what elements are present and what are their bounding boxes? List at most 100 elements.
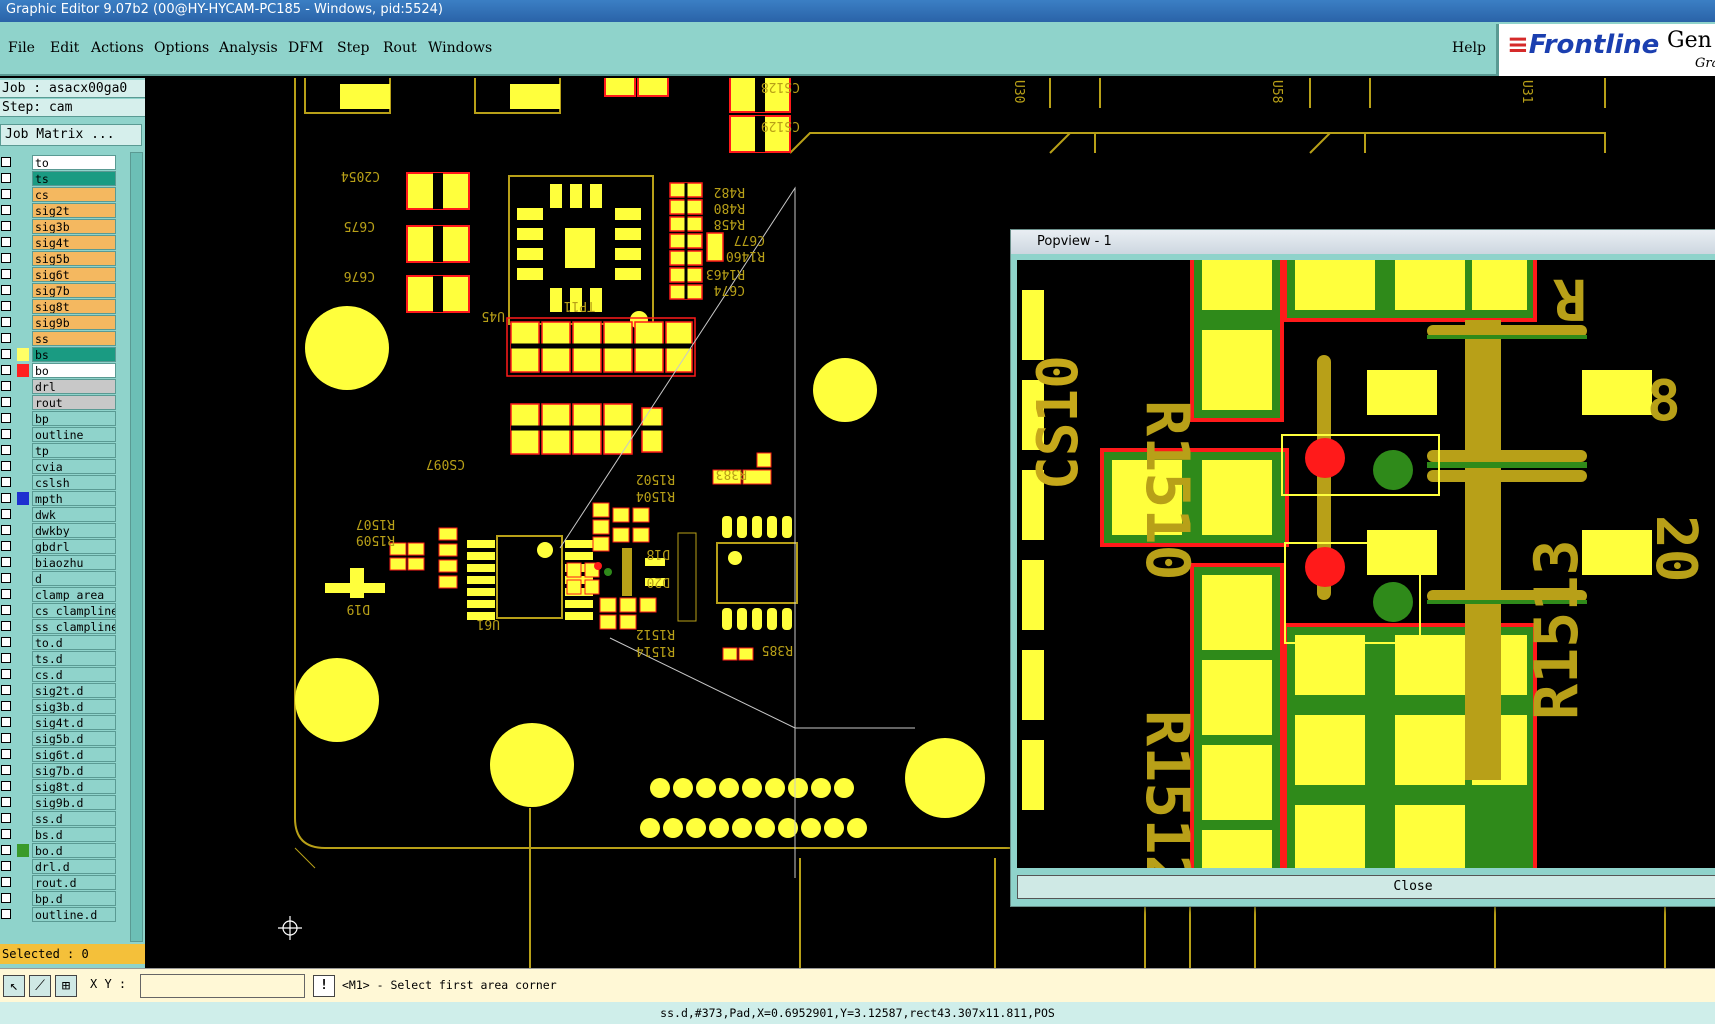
select-tool-icon[interactable]: ↖ xyxy=(3,975,25,997)
layer-name[interactable]: rout xyxy=(32,395,116,410)
layer-row[interactable]: sig9b.d xyxy=(0,795,118,811)
layer-name[interactable]: sig7b.d xyxy=(32,763,116,778)
layer-row[interactable]: ss_clampline xyxy=(0,619,118,635)
layer-checkbox[interactable] xyxy=(1,813,11,823)
layer-checkbox[interactable] xyxy=(1,253,11,263)
layer-name[interactable]: d xyxy=(32,571,116,586)
layer-row[interactable]: bp xyxy=(0,411,118,427)
grid-tool-icon[interactable]: ⊞ xyxy=(55,975,77,997)
layer-checkbox[interactable] xyxy=(1,445,11,455)
layer-name[interactable]: to xyxy=(32,155,116,170)
layer-name[interactable]: sig6t xyxy=(32,267,116,282)
menu-dfm[interactable]: DFM xyxy=(288,40,323,56)
menu-windows[interactable]: Windows xyxy=(428,40,492,56)
layer-row[interactable]: sig6t.d xyxy=(0,747,118,763)
layer-row[interactable]: sig2t.d xyxy=(0,683,118,699)
layer-checkbox[interactable] xyxy=(1,685,11,695)
layer-checkbox[interactable] xyxy=(1,493,11,503)
layer-checkbox[interactable] xyxy=(1,589,11,599)
layer-name[interactable]: clamp_area xyxy=(32,587,116,602)
layer-checkbox[interactable] xyxy=(1,157,11,167)
layer-name[interactable]: gbdrl xyxy=(32,539,116,554)
layer-checkbox[interactable] xyxy=(1,381,11,391)
layer-name[interactable]: bs.d xyxy=(32,827,116,842)
layer-row[interactable]: sig7b.d xyxy=(0,763,118,779)
layer-name[interactable]: sig3b xyxy=(32,219,116,234)
layer-row[interactable]: bp.d xyxy=(0,891,118,907)
layer-checkbox[interactable] xyxy=(1,653,11,663)
layer-row[interactable]: sig8t.d xyxy=(0,779,118,795)
layer-row[interactable]: drl.d xyxy=(0,859,118,875)
layer-name[interactable]: sig9b.d xyxy=(32,795,116,810)
layer-checkbox[interactable] xyxy=(1,413,11,423)
layer-name[interactable]: sig2t.d xyxy=(32,683,116,698)
layer-name[interactable]: bp.d xyxy=(32,891,116,906)
layer-row[interactable]: tp xyxy=(0,443,118,459)
layer-name[interactable]: to.d xyxy=(32,635,116,650)
menu-analysis[interactable]: Analysis xyxy=(219,40,278,56)
xy-input[interactable] xyxy=(140,974,305,998)
layer-name[interactable]: sig9b xyxy=(32,315,116,330)
layer-checkbox[interactable] xyxy=(1,701,11,711)
layer-row[interactable]: clamp_area xyxy=(0,587,118,603)
layer-checkbox[interactable] xyxy=(1,621,11,631)
layer-name[interactable]: cs_clampline xyxy=(32,603,116,618)
layer-row[interactable]: sig7b xyxy=(0,283,118,299)
layer-name[interactable]: ss.d xyxy=(32,811,116,826)
popview-canvas[interactable]: CS10 R1510 R1512 R1513 R 8 20 xyxy=(1017,260,1715,868)
job-matrix-button[interactable]: Job Matrix ... xyxy=(0,124,142,146)
layer-row[interactable]: cs.d xyxy=(0,667,118,683)
measure-tool-icon[interactable]: ⟋ xyxy=(29,975,51,997)
layer-row[interactable]: outline.d xyxy=(0,907,118,923)
layer-checkbox[interactable] xyxy=(1,285,11,295)
layer-scrollbar[interactable] xyxy=(130,152,143,942)
layer-row[interactable]: to.d xyxy=(0,635,118,651)
layer-row[interactable]: dwkby xyxy=(0,523,118,539)
layer-name[interactable]: rout.d xyxy=(32,875,116,890)
popview-close-button[interactable]: Close xyxy=(1017,875,1715,899)
layer-checkbox[interactable] xyxy=(1,317,11,327)
layer-checkbox[interactable] xyxy=(1,349,11,359)
layer-checkbox[interactable] xyxy=(1,909,11,919)
layer-name[interactable]: cs.d xyxy=(32,667,116,682)
layer-name[interactable]: sig8t xyxy=(32,299,116,314)
layer-row[interactable]: dwk xyxy=(0,507,118,523)
layer-row[interactable]: cslsh xyxy=(0,475,118,491)
layer-row[interactable]: cs xyxy=(0,187,118,203)
layer-row[interactable]: sig4t.d xyxy=(0,715,118,731)
layer-checkbox[interactable] xyxy=(1,365,11,375)
layer-name[interactable]: bo.d xyxy=(32,843,116,858)
layer-checkbox[interactable] xyxy=(1,605,11,615)
layer-checkbox[interactable] xyxy=(1,221,11,231)
layer-name[interactable]: dwk xyxy=(32,507,116,522)
popview-window[interactable]: Popview - 1 ✕ xyxy=(1010,229,1715,907)
menu-step[interactable]: Step xyxy=(337,40,369,56)
layer-checkbox[interactable] xyxy=(1,637,11,647)
layer-name[interactable]: sig2t xyxy=(32,203,116,218)
layer-name[interactable]: drl xyxy=(32,379,116,394)
layer-checkbox[interactable] xyxy=(1,205,11,215)
layer-name[interactable]: sig4t xyxy=(32,235,116,250)
layer-checkbox[interactable] xyxy=(1,173,11,183)
layer-checkbox[interactable] xyxy=(1,557,11,567)
layer-checkbox[interactable] xyxy=(1,397,11,407)
layer-row[interactable]: sig3b xyxy=(0,219,118,235)
layer-checkbox[interactable] xyxy=(1,781,11,791)
layer-checkbox[interactable] xyxy=(1,525,11,535)
layer-checkbox[interactable] xyxy=(1,877,11,887)
layer-row[interactable]: bo.d xyxy=(0,843,118,859)
layer-row[interactable]: bs xyxy=(0,347,118,363)
layer-checkbox[interactable] xyxy=(1,845,11,855)
layer-name[interactable]: bs xyxy=(32,347,116,362)
layer-checkbox[interactable] xyxy=(1,749,11,759)
layer-row[interactable]: d xyxy=(0,571,118,587)
layer-checkbox[interactable] xyxy=(1,461,11,471)
layer-name[interactable]: sig7b xyxy=(32,283,116,298)
menu-rout[interactable]: Rout xyxy=(383,40,417,56)
layer-row[interactable]: biaozhu xyxy=(0,555,118,571)
layer-checkbox[interactable] xyxy=(1,797,11,807)
layer-row[interactable]: ts xyxy=(0,171,118,187)
layer-checkbox[interactable] xyxy=(1,861,11,871)
menu-file[interactable]: File xyxy=(8,40,35,56)
layer-row[interactable]: to xyxy=(0,155,118,171)
